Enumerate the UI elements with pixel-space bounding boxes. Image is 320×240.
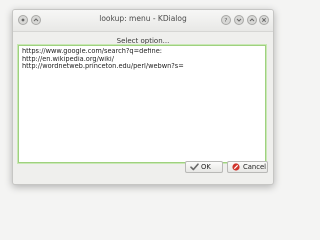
ok-button[interactable]: OK (185, 161, 223, 173)
cancel-icon (232, 163, 240, 174)
list-item[interactable]: http://wordnetweb.princeton.edu/perl/web… (22, 63, 262, 71)
ok-button-label: OK (201, 163, 211, 171)
options-listbox[interactable]: https://www.google.com/search?q=define: … (18, 45, 266, 163)
title-bar[interactable]: lookup: menu - KDialog ? (13, 10, 273, 32)
resize-grip-icon[interactable] (265, 176, 271, 182)
checkmark-icon (190, 163, 199, 174)
window-menu-icon[interactable] (18, 15, 28, 25)
list-item[interactable]: http://en.wikipedia.org/wiki/ (22, 56, 262, 64)
kdialog-window: lookup: menu - KDialog ? Select option..… (12, 9, 274, 185)
keep-above-icon[interactable] (31, 15, 41, 25)
svg-text:?: ? (224, 18, 227, 23)
window-title: lookup: menu - KDialog (99, 14, 187, 23)
cancel-button-label: Cancel (243, 163, 267, 171)
maximize-icon[interactable] (247, 15, 257, 25)
dialog-prompt: Select option... (116, 37, 170, 45)
minimize-icon[interactable] (234, 15, 244, 25)
cancel-button[interactable]: Cancel (227, 161, 268, 173)
help-icon[interactable]: ? (221, 15, 231, 25)
list-item[interactable]: https://www.google.com/search?q=define: (22, 48, 262, 56)
close-icon[interactable] (259, 15, 269, 25)
